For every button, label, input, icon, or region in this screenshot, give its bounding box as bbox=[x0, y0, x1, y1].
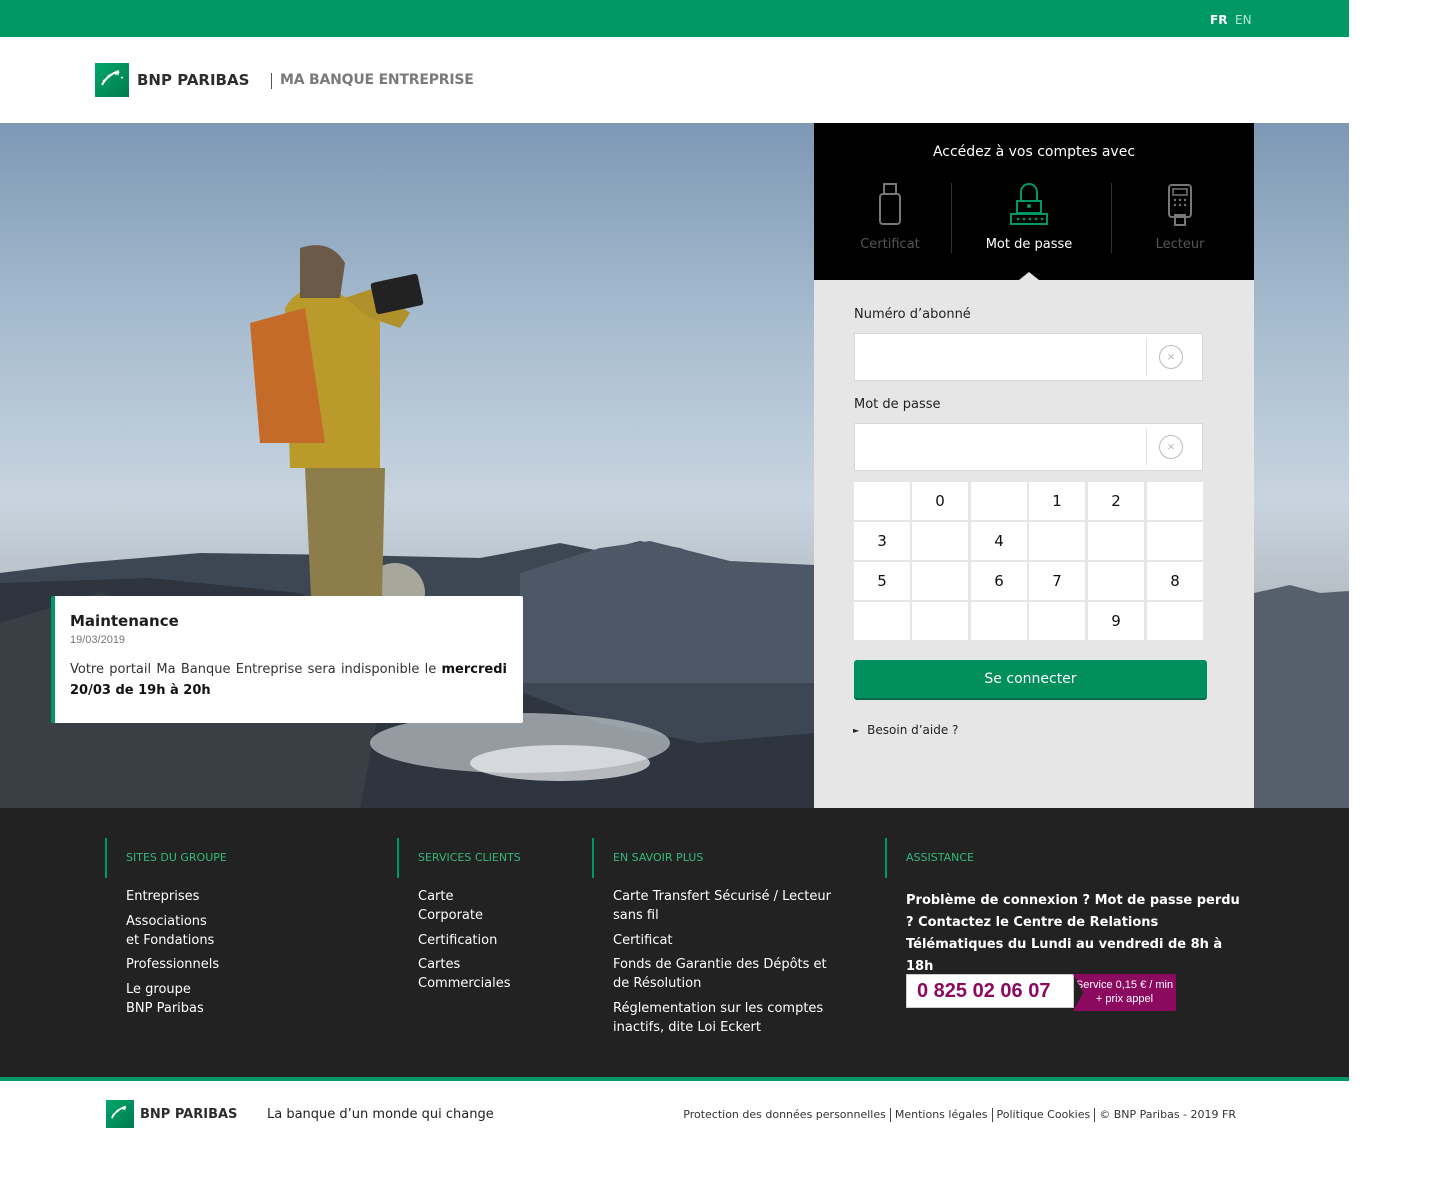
subscriber-input[interactable] bbox=[855, 334, 1147, 380]
footer-link[interactable]: Le groupe BNP Paribas bbox=[126, 980, 219, 1018]
login-button[interactable]: Se connecter bbox=[854, 660, 1207, 700]
keypad-key[interactable] bbox=[1088, 522, 1144, 560]
keypad-key[interactable] bbox=[971, 482, 1027, 520]
phone-number-badge[interactable]: 0 825 02 06 07 Service 0,15 € / min + pr… bbox=[906, 974, 1176, 1011]
padlock-icon bbox=[1010, 183, 1048, 225]
keypad-key[interactable]: 1 bbox=[1029, 482, 1085, 520]
footer-column-heading: SITES DU GROUPE bbox=[126, 851, 227, 864]
keypad-key[interactable] bbox=[854, 602, 910, 640]
footer-link[interactable]: Professionnels bbox=[126, 955, 219, 974]
subscriber-clear-button[interactable]: × bbox=[1146, 338, 1202, 376]
keypad-key[interactable] bbox=[1029, 522, 1085, 560]
column-accent-bar bbox=[592, 838, 594, 878]
footer-link[interactable]: Certificat bbox=[613, 931, 843, 950]
password-clear-button[interactable]: × bbox=[1146, 428, 1202, 466]
notice-title: Maintenance bbox=[70, 612, 179, 630]
card-reader-icon bbox=[1168, 184, 1192, 226]
legal-links: Protection des données personnelles Menti… bbox=[679, 1108, 1240, 1122]
virtual-keypad: 0 1 2 3 4 5 6 7 8 9 bbox=[853, 481, 1205, 643]
active-method-indicator bbox=[1019, 272, 1039, 280]
keypad-key[interactable]: 2 bbox=[1088, 482, 1144, 520]
method-certificat[interactable]: Certificat bbox=[821, 181, 959, 261]
app-name: MA BANQUE ENTREPRISE bbox=[280, 72, 474, 88]
clear-icon: × bbox=[1159, 345, 1183, 369]
method-divider bbox=[951, 183, 952, 253]
login-method-selector: Accédez à vos comptes avec Certificat Mo… bbox=[814, 123, 1254, 280]
keypad-key[interactable]: 0 bbox=[912, 482, 968, 520]
lang-fr-link[interactable]: FR bbox=[1210, 13, 1227, 27]
keypad-key[interactable] bbox=[1147, 522, 1203, 560]
triangle-right-icon: ► bbox=[853, 726, 860, 735]
top-bar: FR EN bbox=[0, 0, 1349, 37]
footer-column-heading: ASSISTANCE bbox=[906, 851, 974, 864]
keypad-key[interactable]: 4 bbox=[971, 522, 1027, 560]
method-reader-label: Lecteur bbox=[1155, 237, 1205, 252]
bottom-bar: BNP PARIBAS La banque d’un monde qui cha… bbox=[0, 1077, 1349, 1179]
notice-date: 19/03/2019 bbox=[70, 634, 126, 646]
assistance-text: Problème de connexion ? Mot de passe per… bbox=[906, 893, 1240, 974]
keypad-key[interactable] bbox=[912, 562, 968, 600]
keypad-key[interactable]: 3 bbox=[854, 522, 910, 560]
password-input[interactable] bbox=[855, 424, 1147, 470]
footer-column-heading: SERVICES CLIENTS bbox=[418, 851, 521, 864]
brand-name: BNP PARIBAS bbox=[137, 71, 250, 89]
notice-text: Votre portail Ma Banque Entreprise sera … bbox=[70, 662, 442, 677]
method-password-label: Mot de passe bbox=[985, 237, 1073, 252]
keypad-key[interactable] bbox=[1147, 482, 1203, 520]
footer-link[interactable]: Cartes Commerciales bbox=[418, 955, 511, 993]
keypad-key[interactable]: 7 bbox=[1029, 562, 1085, 600]
keypad-key[interactable] bbox=[971, 602, 1027, 640]
privacy-link[interactable]: Protection des données personnelles bbox=[679, 1108, 890, 1121]
password-field: × bbox=[854, 423, 1203, 471]
login-panel: Accédez à vos comptes avec Certificat Mo… bbox=[814, 123, 1254, 808]
column-accent-bar bbox=[397, 838, 399, 878]
clear-icon: × bbox=[1159, 435, 1183, 459]
footer-column-heading: EN SAVOIR PLUS bbox=[613, 851, 704, 864]
footer: SITES DU GROUPE Entreprises Associations… bbox=[0, 808, 1349, 1077]
keypad-key[interactable] bbox=[912, 522, 968, 560]
footer-link[interactable]: Associations et Fondations bbox=[126, 912, 219, 950]
tagline: La banque d’un monde qui change bbox=[267, 1107, 494, 1122]
phone-rate-note: Service 0,15 € / min + prix appel bbox=[1073, 974, 1176, 1011]
footer-link[interactable]: Entreprises bbox=[126, 887, 219, 906]
header: BNP PARIBAS MA BANQUE ENTREPRISE bbox=[0, 37, 1349, 123]
column-accent-bar bbox=[105, 838, 107, 878]
help-link-label: Besoin d’aide ? bbox=[867, 723, 959, 737]
phone-number: 0 825 02 06 07 bbox=[906, 974, 1074, 1008]
subscriber-field: × bbox=[854, 333, 1203, 381]
help-link[interactable]: ► Besoin d’aide ? bbox=[853, 723, 958, 737]
stars-logo-icon[interactable] bbox=[106, 1100, 134, 1128]
method-reader[interactable]: Lecteur bbox=[1111, 181, 1249, 261]
method-password[interactable]: Mot de passe bbox=[960, 181, 1098, 261]
footer-link[interactable]: Réglementation sur les comptes inactifs,… bbox=[613, 999, 843, 1037]
keypad-key[interactable] bbox=[912, 602, 968, 640]
keypad-key[interactable]: 6 bbox=[971, 562, 1027, 600]
footer-link[interactable]: Carte Corporate bbox=[418, 887, 511, 925]
login-title: Accédez à vos comptes avec bbox=[932, 144, 1136, 160]
lang-en-link[interactable]: EN bbox=[1235, 13, 1252, 27]
usb-key-icon bbox=[879, 183, 901, 225]
footer-link[interactable]: Carte Transfert Sécurisé / Lecteur sans … bbox=[613, 887, 843, 925]
keypad-key[interactable] bbox=[1029, 602, 1085, 640]
header-divider bbox=[271, 73, 272, 89]
keypad-key[interactable]: 8 bbox=[1147, 562, 1203, 600]
brand-name: BNP PARIBAS bbox=[140, 1107, 238, 1122]
password-label: Mot de passe bbox=[854, 397, 941, 412]
method-certificat-label: Certificat bbox=[860, 237, 920, 252]
keypad-key[interactable]: 5 bbox=[854, 562, 910, 600]
subscriber-label: Numéro d’abonné bbox=[854, 307, 971, 322]
column-accent-bar bbox=[885, 838, 887, 878]
stars-logo-icon[interactable] bbox=[95, 63, 129, 97]
copyright: © BNP Paribas - 2019 FR bbox=[1099, 1108, 1236, 1121]
cookies-link[interactable]: Politique Cookies bbox=[993, 1108, 1095, 1121]
footer-link[interactable]: Certification bbox=[418, 931, 511, 950]
footer-link[interactable]: Fonds de Garantie des Dépôts et de Résol… bbox=[613, 955, 843, 993]
maintenance-notice: Maintenance 19/03/2019 Votre portail Ma … bbox=[51, 596, 523, 723]
keypad-key[interactable] bbox=[1147, 602, 1203, 640]
keypad-key[interactable]: 9 bbox=[1088, 602, 1144, 640]
legal-notice-link[interactable]: Mentions légales bbox=[891, 1108, 992, 1121]
notice-body: Votre portail Ma Banque Entreprise sera … bbox=[70, 659, 507, 701]
keypad-key[interactable] bbox=[1088, 562, 1144, 600]
keypad-key[interactable] bbox=[854, 482, 910, 520]
